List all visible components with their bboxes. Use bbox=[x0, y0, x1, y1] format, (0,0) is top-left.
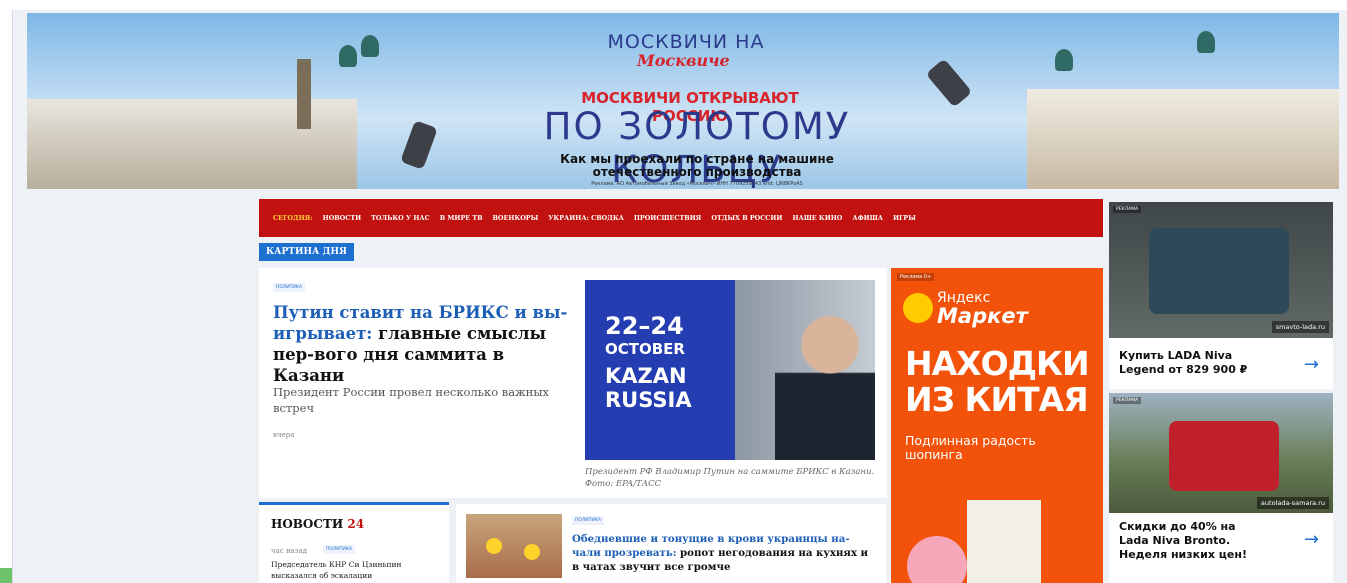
photo-text: OCTOBER bbox=[605, 340, 685, 358]
page-frame: МОСКВИЧИ НА Москвиче МОСКВИЧИ ОТКРЫВАЮТ … bbox=[12, 10, 1347, 583]
page-edge-accent bbox=[0, 568, 12, 583]
banner-subtitle-line2: отечественного производства bbox=[592, 165, 802, 179]
nav-item-travel-russia[interactable]: ОТДЫХ В РОССИИ bbox=[711, 214, 782, 222]
sidebar-ad-lada-legend[interactable]: РЕКЛАМА smavto-lada.ru Купить LADA Niva … bbox=[1109, 202, 1333, 389]
arrow-right-icon[interactable]: → bbox=[1304, 354, 1319, 375]
nav-item-war-correspondents[interactable]: ВОЕНКОРЫ bbox=[493, 214, 539, 222]
ad-caption[interactable]: Скидки до 40% на Lada Niva Bronto. Недел… bbox=[1119, 520, 1269, 562]
banner-disclaimer: Реклама. АО Автомобильный Завод «Москвич… bbox=[591, 181, 803, 187]
news24-time: час назад bbox=[271, 547, 308, 555]
ad-product-toy bbox=[907, 536, 967, 583]
ad-label: Реклама 0+ bbox=[897, 273, 935, 281]
ad-domain[interactable]: autolada-samara.ru bbox=[1256, 497, 1329, 509]
banner-dome bbox=[361, 35, 379, 57]
nav-today-label: СЕГОДНЯ: bbox=[273, 214, 313, 222]
article-tag[interactable]: ПОЛИТИКА bbox=[572, 516, 605, 525]
nav-item-games[interactable]: ИГРЫ bbox=[893, 214, 916, 222]
ad-label: РЕКЛАМА bbox=[1113, 397, 1142, 404]
photo-backdrop: 22–24 OCTOBER KAZAN RUSSIA bbox=[585, 280, 735, 460]
ad-car-photo bbox=[1109, 393, 1333, 513]
banner-subtitle: Как мы проехали по стране на машине отеч… bbox=[547, 153, 847, 179]
market-logo-icon bbox=[903, 293, 933, 323]
news24-title[interactable]: НОВОСТИ 24 bbox=[271, 517, 364, 531]
news24-title-text: НОВОСТИ bbox=[271, 517, 344, 531]
photo-person bbox=[775, 300, 875, 460]
photo-flower bbox=[486, 538, 502, 554]
yandex-market-ad[interactable]: Реклама 0+ Яндекс Маркет НАХОДКИ ИЗ КИТА… bbox=[891, 268, 1103, 583]
banner-logo-script: Москвиче bbox=[637, 51, 730, 70]
ad-brand-big: Маркет bbox=[937, 304, 1028, 328]
nav-item-our-cinema[interactable]: НАШЕ КИНО bbox=[792, 214, 842, 222]
top-banner-ad[interactable]: МОСКВИЧИ НА Москвиче МОСКВИЧИ ОТКРЫВАЮТ … bbox=[27, 13, 1339, 189]
photo-flower bbox=[524, 544, 540, 560]
banner-town-right bbox=[1027, 89, 1339, 189]
main-article-card[interactable]: ПОЛИТИКА Путин ставит на БРИКС и вы-игры… bbox=[259, 268, 887, 498]
ad-product-box bbox=[967, 500, 1041, 583]
car-shape bbox=[1169, 421, 1279, 491]
news24-widget: НОВОСТИ 24 час назад ПОЛИТИКА Председате… bbox=[259, 502, 449, 583]
nav-item-exclusive[interactable]: ТОЛЬКО У НАС bbox=[371, 214, 430, 222]
news24-tag[interactable]: ПОЛИТИКА bbox=[323, 545, 356, 554]
banner-dome bbox=[1055, 49, 1073, 71]
nav-item-incidents[interactable]: ПРОИСШЕСТВИЯ bbox=[634, 214, 701, 222]
article-card[interactable]: ПОЛИТИКА Обедневшие и тонущие в крови ук… bbox=[456, 504, 886, 583]
main-article-caption: Президент РФ Владимир Путин на саммите Б… bbox=[585, 467, 875, 489]
ad-car-photo bbox=[1109, 202, 1333, 338]
banner-logo: МОСКВИЧИ НА bbox=[607, 31, 765, 53]
nav-item-world-tv[interactable]: В МИРЕ ТВ bbox=[440, 214, 483, 222]
car-shape bbox=[1149, 228, 1289, 314]
ad-domain[interactable]: smavto-lada.ru bbox=[1271, 321, 1329, 333]
nav-item-afisha[interactable]: АФИША bbox=[852, 214, 883, 222]
ad-headline: НАХОДКИ ИЗ КИТАЯ bbox=[905, 344, 1090, 419]
photo-text: RUSSIA bbox=[605, 388, 692, 412]
main-article-lead: Президент России провел несколько важных… bbox=[273, 385, 549, 415]
ad-subtitle: Подлинная радость шопинга bbox=[905, 433, 1036, 462]
banner-dome bbox=[339, 45, 357, 67]
article-tag[interactable]: ПОЛИТИКА bbox=[273, 283, 306, 292]
article-title[interactable]: Обедневшие и тонущие в крови украинцы на… bbox=[572, 532, 877, 574]
main-article-time: вчера bbox=[273, 431, 295, 439]
banner-dome bbox=[1197, 31, 1215, 53]
photo-text: 22–24 bbox=[605, 312, 684, 340]
ad-caption[interactable]: Купить LADA Niva Legend от 829 900 ₽ bbox=[1119, 349, 1269, 377]
main-article-title[interactable]: Путин ставит на БРИКС и вы-игрывает: гла… bbox=[273, 302, 579, 386]
news24-count: 24 bbox=[347, 517, 365, 531]
arrow-right-icon[interactable]: → bbox=[1304, 529, 1319, 550]
nav-item-ukraine-summary[interactable]: УКРАИНА: СВОДКА bbox=[548, 214, 624, 222]
main-nav: СЕГОДНЯ: НОВОСТИ ТОЛЬКО У НАС В МИРЕ ТВ … bbox=[259, 199, 1103, 237]
main-article-photo[interactable]: 22–24 OCTOBER KAZAN RUSSIA bbox=[585, 280, 875, 460]
nav-item-news[interactable]: НОВОСТИ bbox=[323, 214, 361, 222]
news24-item-text[interactable]: Председатель КНР Си Цзиньпин высказался … bbox=[271, 559, 441, 581]
ad-label: РЕКЛАМА bbox=[1113, 206, 1142, 213]
photo-text: KAZAN bbox=[605, 364, 687, 388]
banner-tower bbox=[297, 59, 311, 129]
article-photo[interactable] bbox=[466, 514, 562, 578]
section-title: КАРТИНА ДНЯ bbox=[259, 243, 354, 261]
sidebar-ad-lada-bronto[interactable]: РЕКЛАМА autolada-samara.ru Скидки до 40%… bbox=[1109, 393, 1333, 583]
